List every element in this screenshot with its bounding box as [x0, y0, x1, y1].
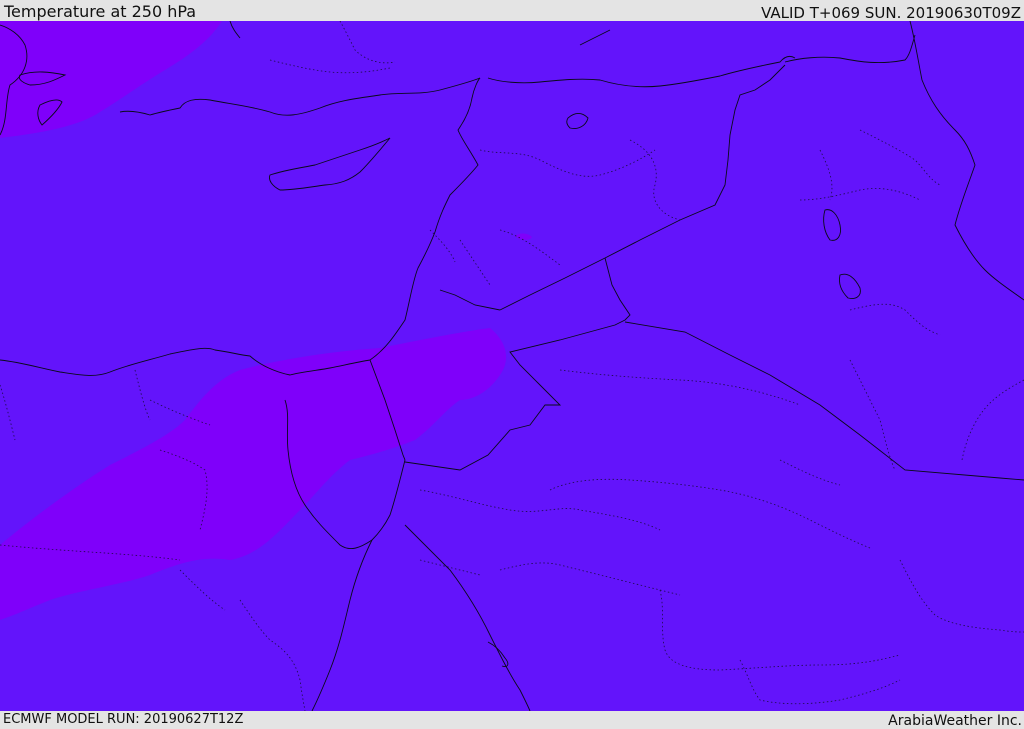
footer-bar: ECMWF MODEL RUN: 20190627T12Z ArabiaWeat…	[0, 711, 1024, 729]
header-bar: Temperature at 250 hPa VALID T+069 SUN. …	[0, 0, 1024, 21]
map-title: Temperature at 250 hPa	[4, 2, 197, 21]
credit: ArabiaWeather Inc.	[888, 713, 1022, 729]
weather-map[interactable]	[0, 21, 1024, 711]
valid-time: VALID T+069 SUN. 20190630T09Z	[761, 4, 1021, 22]
temperature-field-main	[0, 21, 1024, 711]
map-canvas	[0, 21, 1024, 711]
model-run: ECMWF MODEL RUN: 20190627T12Z	[3, 712, 244, 727]
